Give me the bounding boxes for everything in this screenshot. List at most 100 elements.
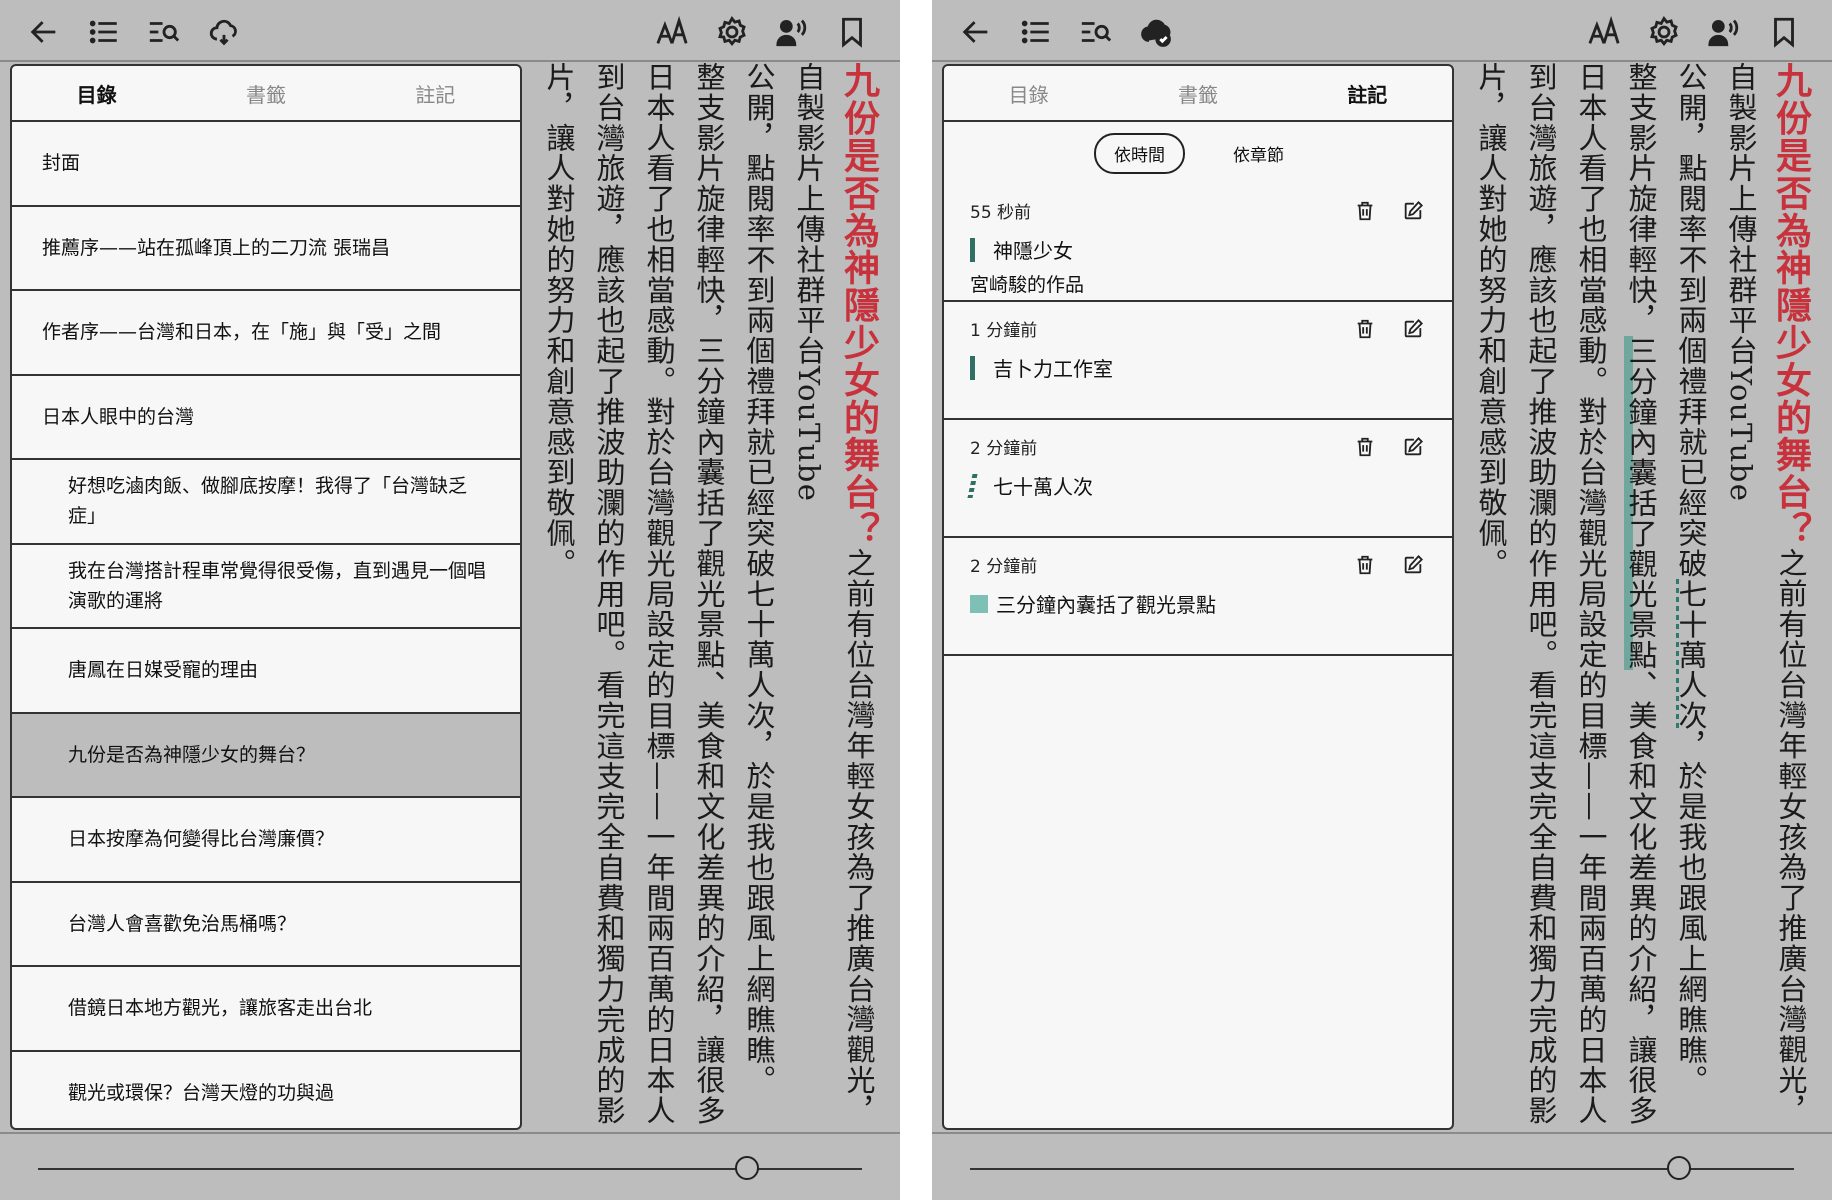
toc-item-label: 九份是否為神隱少女的舞台？: [68, 743, 316, 766]
page-slider-handle[interactable]: [1666, 1156, 1691, 1180]
toc-item-label: 唐鳳在日媒受寵的理由: [68, 659, 259, 682]
highlight-style-marker: [967, 473, 978, 498]
reading-area[interactable]: 九份是否為神隱少女的舞台？之前有位台灣年輕女孩為了推廣台灣觀光，自製影片上傳社群…: [1454, 62, 1832, 1132]
search-text-icon[interactable]: [1074, 10, 1118, 54]
search-text-icon[interactable]: [142, 10, 186, 54]
highlighted-text[interactable]: 三分鐘內囊括了觀光景點: [1624, 335, 1658, 671]
bookmark-icon[interactable]: [830, 10, 874, 54]
toc-item[interactable]: 唐鳳在日媒受寵的理由: [12, 629, 520, 714]
paragraph-text: 公開，點閱率不到兩個禮拜就已經突破: [1674, 62, 1708, 579]
reader-screen-toc: 九份是否為神隱少女的舞台？之前有位台灣年輕女孩為了推廣台灣觀光，自製影片上傳社群…: [0, 0, 900, 1200]
note-card[interactable]: 1 分鐘前 吉卜力工作室: [944, 302, 1452, 420]
note-card[interactable]: 2 分鐘前 三分鐘內囊括了觀光景點: [944, 538, 1452, 656]
paragraph-text: 三分鐘內囊括了觀光景點: [692, 335, 726, 671]
cloud-synced-icon[interactable]: [1134, 10, 1178, 54]
tab-bookmarks[interactable]: 書籤: [1113, 66, 1282, 120]
edit-icon[interactable]: [1400, 316, 1426, 342]
note-highlight-text: 吉卜力工作室: [993, 357, 1113, 381]
paragraph-text: 整支影片旋律輕快，: [692, 62, 726, 336]
toc-list: 封面推薦序——站在孤峰頂上的二刀流 張瑞昌作者序——台灣和日本，在「施」與「受」…: [12, 122, 520, 1129]
trash-icon[interactable]: [1352, 552, 1378, 578]
edit-icon[interactable]: [1400, 198, 1426, 224]
toc-item-label: 日本按摩為何變得比台灣廉價？: [68, 828, 335, 851]
toc-item[interactable]: 好想吃滷肉飯、做腳底按摩！我得了「台灣缺乏症」: [12, 460, 520, 545]
tab-bookmarks[interactable]: 書籤: [181, 66, 350, 120]
paragraph-text: ，於是我也跟風上網瞧瞧。: [1674, 730, 1708, 1096]
toc-item[interactable]: 日本按摩為何變得比台灣廉價？: [12, 798, 520, 883]
note-actions: [1352, 316, 1426, 342]
toc-item[interactable]: 九份是否為神隱少女的舞台？: [12, 713, 520, 798]
reader-screen-notes: 九份是否為神隱少女的舞台？之前有位台灣年輕女孩為了推廣台灣觀光，自製影片上傳社群…: [932, 0, 1832, 1200]
chapter-text: 九份是否為神隱少女的舞台？之前有位台灣年輕女孩為了推廣台灣觀光，自製影片上傳社群…: [1466, 62, 1816, 1132]
note-highlight-text: 神隱少女: [993, 239, 1073, 263]
note-highlight[interactable]: 七十萬人次: [967, 471, 1426, 500]
trash-icon[interactable]: [1352, 198, 1378, 224]
page-slider-handle[interactable]: [734, 1156, 759, 1180]
toc-item-label: 封面: [42, 152, 81, 175]
paragraph-text: 七十萬人次: [742, 578, 776, 731]
reading-area[interactable]: 九份是否為神隱少女的舞台？之前有位台灣年輕女孩為了推廣台灣觀光，自製影片上傳社群…: [522, 62, 900, 1132]
edit-icon[interactable]: [1400, 552, 1426, 578]
sort-toggle: 依時間 依章節: [944, 122, 1452, 184]
panel-tabs: 目錄 書籤 註記: [12, 66, 520, 122]
toc-item[interactable]: 借鏡日本地方觀光，讓旅客走出台北: [12, 967, 520, 1052]
toc-item[interactable]: 推薦序——站在孤峰頂上的二刀流 張瑞昌: [12, 207, 520, 291]
highlight-style-marker: [970, 355, 975, 380]
sort-by-chapter-button[interactable]: 依章節: [1215, 135, 1302, 172]
toc-item-label: 觀光或環保？台灣天燈的功與過: [68, 1081, 335, 1104]
list-icon[interactable]: [82, 10, 126, 54]
notes-list: 55 秒前 神隱少女 宮崎駿的作品 1 分鐘前 吉卜力工作室 2 分鐘前 七十萬人次 2 分鐘…: [944, 184, 1452, 656]
note-highlight[interactable]: 三分鐘內囊括了觀光景點: [970, 589, 1426, 618]
cloud-sync-icon[interactable]: [202, 10, 246, 54]
highlighted-text[interactable]: 七十萬人次: [1674, 578, 1708, 731]
font-size-icon[interactable]: [650, 10, 694, 54]
tab-notes[interactable]: 註記: [351, 66, 520, 120]
paragraph-text: 公開，點閱率不到兩個禮拜就已經突破: [742, 62, 776, 579]
bottom-bar: [0, 1132, 900, 1200]
bookmark-icon[interactable]: [1762, 10, 1806, 54]
note-highlight-text: 三分鐘內囊括了觀光景點: [996, 593, 1216, 617]
gear-icon[interactable]: [1642, 10, 1686, 54]
tab-toc[interactable]: 目錄: [12, 66, 181, 120]
toc-item-label: 日本人眼中的台灣: [42, 405, 195, 428]
note-highlight[interactable]: 吉卜力工作室: [970, 353, 1426, 382]
read-aloud-icon[interactable]: [1702, 10, 1746, 54]
arrow-left-icon[interactable]: [954, 10, 998, 54]
chapter-text: 九份是否為神隱少女的舞台？之前有位台灣年輕女孩為了推廣台灣觀光，自製影片上傳社群…: [534, 62, 884, 1132]
toc-item[interactable]: 觀光或環保？台灣天燈的功與過: [12, 1052, 520, 1129]
highlight-style-marker: [970, 594, 988, 613]
tab-toc[interactable]: 目錄: [944, 66, 1113, 120]
toc-item[interactable]: 作者序——台灣和日本，在「施」與「受」之間: [12, 291, 520, 376]
tab-notes[interactable]: 註記: [1283, 66, 1452, 120]
chapter-title: 九份是否為神隱少女的舞台？: [838, 62, 880, 549]
toc-item-label: 推薦序——站在孤峰頂上的二刀流 張瑞昌: [42, 236, 391, 259]
gear-icon[interactable]: [710, 10, 754, 54]
toc-item[interactable]: 封面: [12, 122, 520, 207]
chapter-title: 九份是否為神隱少女的舞台？: [1770, 62, 1812, 549]
toc-item[interactable]: 日本人眼中的台灣: [12, 376, 520, 460]
note-card[interactable]: 55 秒前 神隱少女 宮崎駿的作品: [944, 184, 1452, 302]
trash-icon[interactable]: [1352, 434, 1378, 460]
toc-item-label: 台灣人會喜歡免治馬桶嗎？: [68, 912, 297, 935]
list-icon[interactable]: [1014, 10, 1058, 54]
note-highlight[interactable]: 神隱少女: [970, 235, 1426, 264]
top-toolbar: [932, 0, 1832, 62]
note-card[interactable]: 2 分鐘前 七十萬人次: [944, 420, 1452, 538]
read-aloud-icon[interactable]: [770, 10, 814, 54]
bottom-bar: [932, 1132, 1832, 1200]
toc-item[interactable]: 我在台灣搭計程車常覺得很受傷，直到遇見一個唱演歌的運將: [12, 545, 520, 629]
arrow-left-icon[interactable]: [22, 10, 66, 54]
font-size-icon[interactable]: [1582, 10, 1626, 54]
toc-panel: 目錄 書籤 註記 封面推薦序——站在孤峰頂上的二刀流 張瑞昌作者序——台灣和日本，在…: [10, 64, 522, 1130]
highlight-style-marker: [970, 237, 975, 262]
sort-by-time-button[interactable]: 依時間: [1094, 132, 1185, 174]
trash-icon[interactable]: [1352, 316, 1378, 342]
toc-item-label: 借鏡日本地方觀光，讓旅客走出台北: [68, 997, 373, 1020]
note-actions: [1352, 198, 1426, 224]
toc-item[interactable]: 台灣人會喜歡免治馬桶嗎？: [12, 883, 520, 967]
panel-tabs: 目錄 書籤 註記: [944, 66, 1452, 122]
toc-item-label: 我在台灣搭計程車常覺得很受傷，直到遇見一個唱演歌的運將: [68, 559, 487, 612]
edit-icon[interactable]: [1400, 434, 1426, 460]
note-actions: [1352, 552, 1426, 578]
note-comment: 宮崎駿的作品: [970, 274, 1085, 296]
